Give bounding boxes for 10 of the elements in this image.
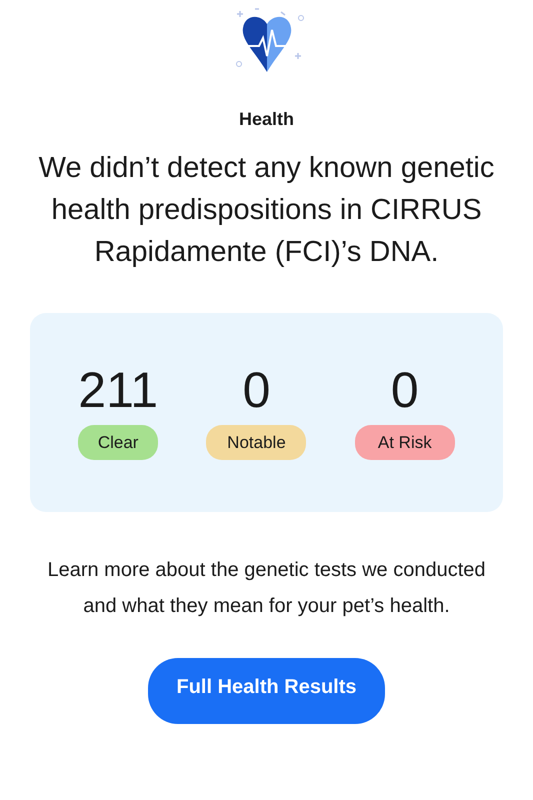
result-count: 211 <box>78 364 158 415</box>
result-count: 0 <box>390 364 419 415</box>
result-count: 0 <box>242 364 270 415</box>
status-label: Notable <box>206 424 306 460</box>
description-text: Learn more about the genetic tests we conducted and what they mean for your pet’s health. <box>46 558 487 619</box>
status-label: Clear <box>78 424 158 460</box>
headline: We didn’t detect any known genetic health predispositions in CIRRUS Rapidamente (FCI)’s DNA. <box>38 151 496 270</box>
full-results-button[interactable]: Full Health Results <box>148 658 385 724</box>
section-title: Health <box>238 108 295 131</box>
status-label: At Risk <box>354 424 455 460</box>
